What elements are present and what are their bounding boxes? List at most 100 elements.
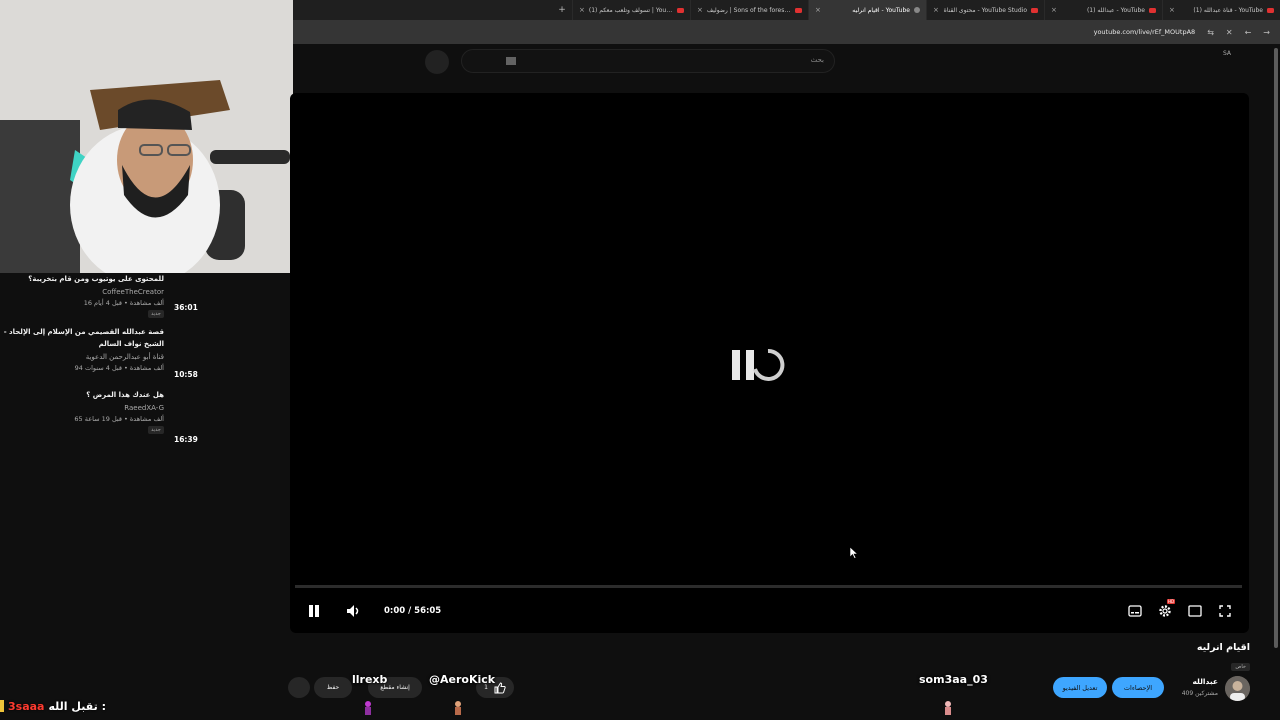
channel-avatar[interactable] [1225,676,1250,701]
youtube-favicon-icon [795,7,802,13]
rec-duration: 10:58 [174,370,198,379]
overlay-viewer-name: llrexb [352,673,388,686]
rec-duration: 16:39 [174,435,198,444]
youtube-favicon-icon [914,7,920,13]
address-bar: youtube.com/live/rEf_MOUtpA8 ⇆ ✕ ← → [293,20,1280,44]
tab-title: محتوى القناة - YouTube Studio [943,6,1027,14]
progress-bar[interactable] [295,585,1242,588]
close-tab-icon[interactable]: × [697,6,703,14]
recommendations-list: للمحتوى على يوتيوب ومن قام بتخريبة؟ Coff… [0,273,293,720]
youtube-favicon-icon [677,7,684,13]
viewer-avatar-sprite [455,701,461,715]
voice-search-button[interactable] [425,50,449,74]
new-badge: جديد [148,426,164,434]
pause-button[interactable] [306,602,322,620]
rec-title[interactable]: قصة عبدالله القصيمي من الإسلام إلى الإلح… [0,326,164,350]
viewer-avatar-sprite [945,701,951,715]
rec-meta: 65 ألف مشاهدة • قبل 19 ساعة [74,415,164,423]
browser-tab[interactable]: × (1) تسولف وتلعب معكم | YouTube [572,0,690,20]
browser-tab[interactable]: × (1) قناة عبدالله - YouTube [1162,0,1280,20]
more-actions-button[interactable] [288,677,310,698]
search-placeholder: بحث [810,56,824,64]
settings-button[interactable]: HD [1156,599,1176,620]
rec-meta: 94 ألف مشاهدة • قبل 4 سنوات [74,364,164,372]
time-text: 0:00 / 56:05 [384,606,442,616]
rec-duration: 36:01 [174,303,198,312]
close-tab-icon[interactable]: × [1169,6,1175,14]
recommendation-item[interactable]: هل عندك هذا المرض ؟ RaeedXA-G 65 ألف مشا… [0,389,200,444]
webcam-overlay [0,0,293,273]
tab-title: (1) تسولف وتلعب معكم | YouTube [588,6,673,14]
youtube-header: بحث SA [293,44,1280,92]
channel-name[interactable]: عبدالله [1180,677,1218,686]
url-text[interactable]: youtube.com/live/rEf_MOUtpA8 [1094,28,1196,36]
rec-meta: 16 ألف مشاهدة • قبل 4 أيام [83,299,164,307]
screen: × (1) قناة عبدالله - YouTube × (1) عبدال… [0,0,1280,720]
new-badge: جديد [148,310,164,318]
close-icon[interactable]: ✕ [1226,28,1233,37]
subtitles-icon [1128,605,1142,617]
browser-tab[interactable]: × محتوى القناة - YouTube Studio [926,0,1044,20]
forward-arrow-icon[interactable]: → [1263,28,1270,37]
theater-mode-button[interactable] [1186,602,1204,620]
tab-title: (1) عبدالله - YouTube [1086,6,1145,14]
theater-mode-icon [1188,605,1202,617]
video-title-block: اقيام انرليه خاص [1197,642,1250,672]
overlay-viewer-name: som3aa_03 [919,673,988,686]
time-display: 0:00 / 56:05 [384,602,444,620]
rec-channel[interactable]: CoffeeTheCreator [0,288,164,296]
browser-tab-strip: × (1) قناة عبدالله - YouTube × (1) عبدال… [293,0,1280,20]
rec-title[interactable]: للمحتوى على يوتيوب ومن قام بتخريبة؟ [0,273,164,285]
visibility-badge: خاص [1231,663,1250,671]
subtitles-button[interactable] [1126,602,1144,620]
pause-icon [309,605,319,617]
new-tab-button[interactable]: + [552,5,572,15]
close-tab-icon[interactable]: × [1051,6,1057,14]
analytics-button[interactable]: الإحصاءات [1112,677,1164,698]
account-avatar[interactable]: SA [1223,50,1231,57]
fullscreen-button[interactable] [1216,602,1234,620]
recommendation-item[interactable]: قصة عبدالله القصيمي من الإسلام إلى الإلح… [0,326,200,379]
viewer-avatar-sprite [365,701,371,715]
video-title: اقيام انرليه [1196,642,1250,653]
page-scrollbar[interactable] [1274,48,1278,648]
browser-tab-active[interactable]: × اقيام انرليه - YouTube [808,0,926,20]
tab-title: رضوليف | Sons of the forest (1) [706,6,791,14]
recommendation-item[interactable]: للمحتوى على يوتيوب ومن قام بتخريبة؟ Coff… [0,273,200,318]
rec-channel[interactable]: قناة أبو عبدالرحمن الدعوية [0,353,164,361]
keyboard-icon[interactable] [506,57,516,65]
rec-channel[interactable]: RaeedXA-G [0,404,164,412]
webcam-feed [0,0,293,273]
save-button[interactable]: حفظ [314,677,352,698]
browser-tab[interactable]: × رضوليف | Sons of the forest (1) [690,0,808,20]
youtube-favicon-icon [1149,7,1156,13]
tab-title: اقيام انرليه - YouTube [852,6,910,14]
thumbs-up-icon [494,681,506,693]
rec-title[interactable]: هل عندك هذا المرض ؟ [0,389,164,401]
fullscreen-icon [1219,605,1231,617]
overlay-viewer-name: @AeroKick [429,673,496,686]
subscriber-count: 409 مشتركين [1181,690,1218,697]
youtube-favicon-icon [1267,7,1274,13]
hd-badge: HD [1167,599,1176,604]
youtube-studio-favicon-icon [1031,7,1038,13]
gear-icon [1159,605,1171,617]
chat-message: تقبل الله : [48,699,106,713]
volume-button[interactable] [345,602,363,620]
search-input[interactable]: بحث [461,49,835,73]
back-arrow-icon[interactable]: ← [1245,28,1252,37]
edit-video-button[interactable]: تعديل الفيديو [1053,677,1107,698]
browser-tab[interactable]: × (1) عبدالله - YouTube [1044,0,1162,20]
chat-username: 3saaa [8,699,45,713]
video-player[interactable]: 0:00 / 56:05 HD [290,93,1249,633]
tab-title: (1) قناة عبدالله - YouTube [1193,6,1263,14]
close-tab-icon[interactable]: × [579,6,585,14]
chat-overlay-line: 3saaa تقبل الله : [0,698,106,714]
tune-icon[interactable]: ⇆ [1207,28,1214,37]
volume-icon [347,605,359,617]
close-tab-icon[interactable]: × [815,6,821,14]
close-tab-icon[interactable]: × [933,6,939,14]
mouse-cursor-icon [850,547,858,559]
chat-badge-icon [0,700,4,712]
avatar-image [1225,676,1250,701]
